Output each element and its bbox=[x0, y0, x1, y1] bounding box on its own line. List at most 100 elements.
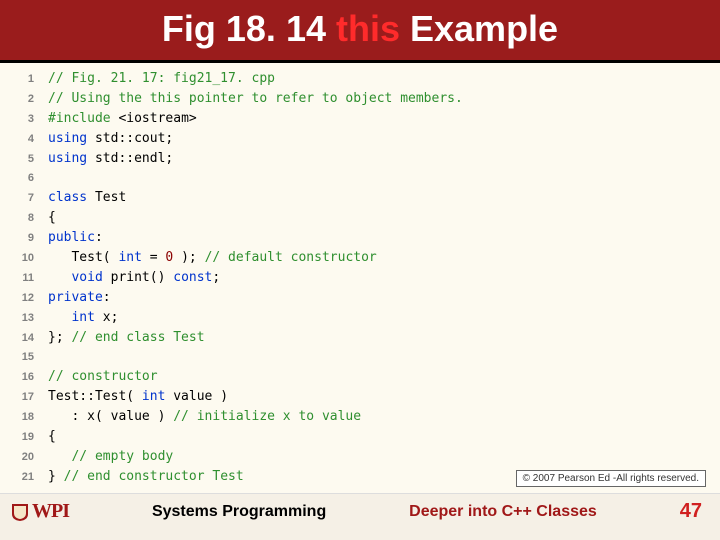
code-line: 13 int x; bbox=[10, 308, 710, 328]
line-number: 8 bbox=[10, 209, 34, 228]
token-plain: = bbox=[142, 250, 165, 265]
token-plain: std::endl; bbox=[95, 151, 173, 166]
code-content: using std::endl; bbox=[48, 149, 173, 168]
line-number: 6 bbox=[10, 169, 34, 188]
copyright-notice: © 2007 Pearson Ed -All rights reserved. bbox=[516, 470, 706, 487]
code-line: 2 // Using the this pointer to refer to o… bbox=[10, 89, 710, 109]
code-content: int x; bbox=[48, 308, 118, 327]
code-content: : x( value ) // initialize x to value bbox=[48, 407, 361, 426]
line-number: 10 bbox=[10, 249, 34, 268]
token-plain bbox=[48, 270, 71, 285]
line-number: 19 bbox=[10, 428, 34, 447]
wpi-crest-icon bbox=[10, 502, 30, 522]
code-line: 20 // empty body bbox=[10, 447, 710, 467]
code-line: 11 void print() const; bbox=[10, 268, 710, 288]
token-keyword: int bbox=[118, 250, 141, 265]
token-keyword: using bbox=[48, 151, 95, 166]
code-content: { bbox=[48, 208, 56, 227]
line-number: 5 bbox=[10, 150, 34, 169]
code-content: // empty body bbox=[48, 447, 173, 466]
line-number: 11 bbox=[10, 269, 34, 288]
code-content: } // end constructor Test bbox=[48, 467, 244, 486]
code-line: 7class Test bbox=[10, 188, 710, 208]
line-number: 9 bbox=[10, 229, 34, 248]
code-line: 14}; // end class Test bbox=[10, 328, 710, 348]
code-line: 10 Test( int = 0 ); // default construct… bbox=[10, 248, 710, 268]
title-keyword: this bbox=[336, 8, 400, 49]
code-content: // Fig. 21. 17: fig21_17. cpp bbox=[48, 69, 275, 88]
token-keyword: public bbox=[48, 230, 95, 245]
code-line: 17 Test::Test( int value ) bbox=[10, 387, 710, 407]
token-keyword: private bbox=[48, 290, 103, 305]
token-plain: } bbox=[48, 469, 64, 484]
token-comment: // Using the this pointer to refer to ob… bbox=[48, 91, 463, 106]
code-listing: 1 // Fig. 21. 17: fig21_17. cpp 2 // Using … bbox=[0, 63, 720, 493]
token-plain: { bbox=[48, 429, 56, 444]
token-plain: { bbox=[48, 210, 56, 225]
token-comment: // default constructor bbox=[205, 250, 377, 265]
token-plain: ); bbox=[173, 250, 204, 265]
line-number: 16 bbox=[10, 368, 34, 387]
code-content: Test( int = 0 ); // default constructor bbox=[48, 248, 377, 267]
code-content: public: bbox=[48, 228, 103, 247]
slide-title: Fig 18. 14 this Example bbox=[162, 8, 558, 49]
token-comment: // end constructor Test bbox=[64, 469, 244, 484]
token-comment: // constructor bbox=[48, 369, 158, 384]
token-plain: print() bbox=[103, 270, 173, 285]
line-number: 17 bbox=[10, 388, 34, 407]
code-content: }; // end class Test bbox=[48, 328, 205, 347]
token-plain bbox=[48, 310, 71, 325]
token-plain: value ) bbox=[165, 389, 228, 404]
line-number: 15 bbox=[10, 348, 34, 367]
token-comment: // Fig. 21. 17: fig21_17. cpp bbox=[48, 71, 275, 86]
token-plain: : bbox=[103, 290, 111, 305]
code-line: 8{ bbox=[10, 208, 710, 228]
code-line: 5 using std::endl; bbox=[10, 149, 710, 169]
code-content: Test::Test( int value ) bbox=[48, 387, 228, 406]
code-content: class Test bbox=[48, 188, 126, 207]
code-content: using std::cout; bbox=[48, 129, 173, 148]
code-line: 19 { bbox=[10, 427, 710, 447]
title-prefix: Fig 18. 14 bbox=[162, 8, 336, 49]
code-line: 15 bbox=[10, 348, 710, 367]
token-keyword: const bbox=[173, 270, 212, 285]
token-keyword: class bbox=[48, 190, 95, 205]
code-content: { bbox=[48, 427, 56, 446]
code-line: 6 bbox=[10, 169, 710, 188]
code-line: 9 public: bbox=[10, 228, 710, 248]
line-number: 3 bbox=[10, 110, 34, 129]
title-suffix: Example bbox=[400, 8, 558, 49]
token-plain: : x( value ) bbox=[48, 409, 173, 424]
token-keyword: void bbox=[71, 270, 102, 285]
slide-header: Fig 18. 14 this Example bbox=[0, 0, 720, 63]
line-number: 18 bbox=[10, 408, 34, 427]
token-plain bbox=[48, 449, 71, 464]
line-number: 12 bbox=[10, 289, 34, 308]
token-keyword: int bbox=[142, 389, 165, 404]
token-comment: // initialize x to value bbox=[173, 409, 361, 424]
code-content: private: bbox=[48, 288, 111, 307]
token-include-lit: <iostream> bbox=[118, 111, 196, 126]
line-number: 4 bbox=[10, 130, 34, 149]
code-line: 12 private: bbox=[10, 288, 710, 308]
token-plain: }; bbox=[48, 330, 71, 345]
token-plain: Test bbox=[95, 190, 126, 205]
token-keyword: int bbox=[71, 310, 94, 325]
footer-topic: Deeper into C++ Classes bbox=[409, 503, 597, 521]
code-content: // Using the this pointer to refer to ob… bbox=[48, 89, 463, 108]
token-plain: Test::Test( bbox=[48, 389, 142, 404]
line-number: 2 bbox=[10, 90, 34, 109]
code-content: void print() const; bbox=[48, 268, 220, 287]
line-number: 21 bbox=[10, 468, 34, 487]
wpi-logo: WPI bbox=[10, 500, 69, 523]
token-preproc: #include bbox=[48, 111, 118, 126]
line-number: 13 bbox=[10, 309, 34, 328]
line-number: 20 bbox=[10, 448, 34, 467]
code-line: 18 : x( value ) // initialize x to value bbox=[10, 407, 710, 427]
line-number: 14 bbox=[10, 329, 34, 348]
token-comment: // end class Test bbox=[71, 330, 204, 345]
line-number: 1 bbox=[10, 70, 34, 89]
code-content: #include <iostream> bbox=[48, 109, 197, 128]
code-line: 4 using std::cout; bbox=[10, 129, 710, 149]
slide-footer: WPI Systems Programming Deeper into C++ … bbox=[0, 493, 720, 529]
